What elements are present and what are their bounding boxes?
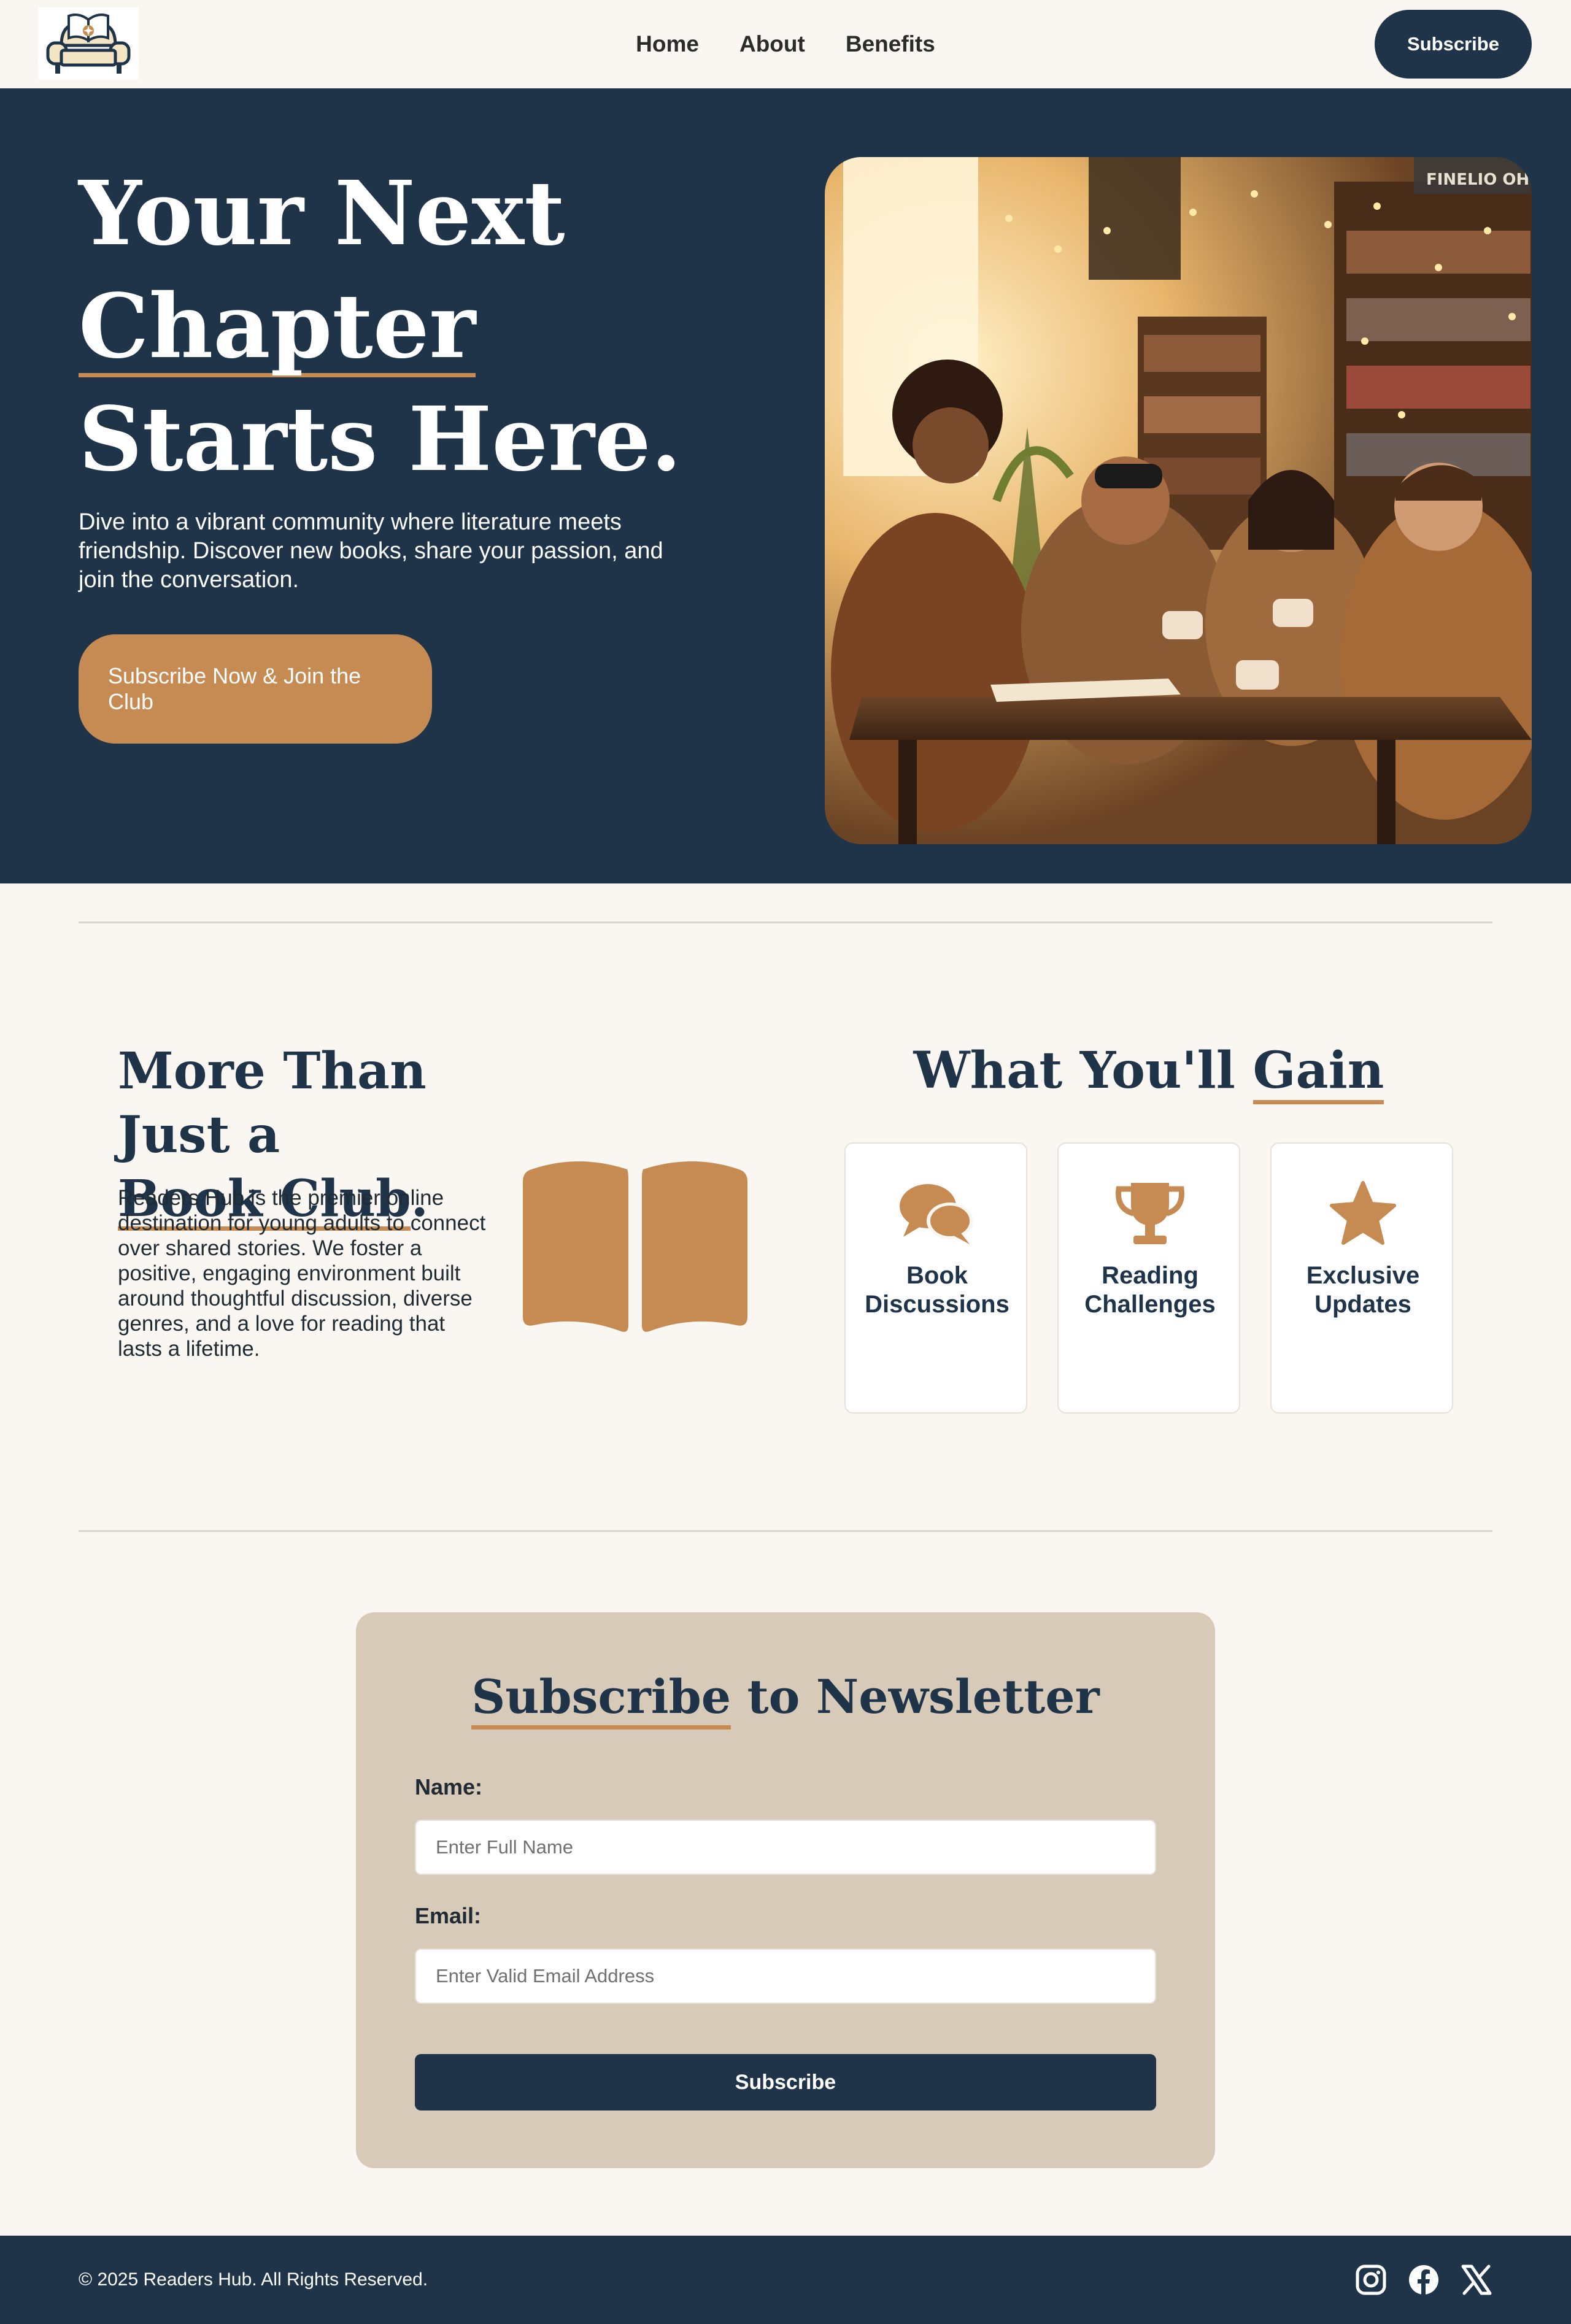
benefit-card-discussions: Book Discussions (844, 1142, 1027, 1414)
newsletter-form: Subscribe to Newsletter Name: Email: Sub… (356, 1612, 1215, 2168)
cafe-sign-text: FINELIO OH (1426, 171, 1529, 189)
section-divider-2 (79, 1530, 1492, 1532)
section-divider-1 (79, 922, 1492, 923)
nav-link-home[interactable]: Home (636, 31, 699, 57)
book-club-photo: FINELIO OH (825, 157, 1532, 844)
hero-title-line-3: Starts Here. (79, 387, 682, 491)
trophy-icon (1110, 1180, 1190, 1248)
benefits-title-highlight: Gain (1253, 1041, 1384, 1104)
hero-title-line-2: Chapter (79, 274, 476, 378)
benefit-label-challenges: Reading Challenges (1084, 1262, 1216, 1318)
benefit-label-discussions: Book Discussions (865, 1262, 1009, 1318)
email-input[interactable] (415, 1949, 1156, 2004)
name-label: Name: (415, 1774, 483, 1799)
newsletter-title-highlight: Subscribe (471, 1669, 731, 1730)
hero-section: Your Next Chapter Starts Here. Dive into… (0, 88, 1571, 883)
facebook-icon[interactable] (1408, 2264, 1440, 2296)
open-book-icon (523, 1158, 747, 1333)
name-input[interactable] (415, 1820, 1156, 1875)
benefits-title: What You'll Gain (844, 1037, 1453, 1104)
benefit-card-updates: Exclusive Updates (1270, 1142, 1453, 1414)
benefit-label-updates: Exclusive Updates (1306, 1262, 1420, 1318)
footer: © 2025 Readers Hub. All Rights Reserved. (0, 2236, 1571, 2324)
email-label: Email: (415, 1903, 482, 1928)
newsletter-title: Subscribe to Newsletter (356, 1665, 1215, 1730)
hero-subscribe-button[interactable]: Subscribe Now & Join the Club (79, 634, 432, 744)
navbar: Home About Benefits Subscribe (0, 0, 1571, 88)
hero-title-line-1: Your Next (79, 161, 565, 265)
about-text: Readers Hub is the premier online destin… (118, 1186, 486, 1361)
hero-subtitle: Dive into a vibrant community where lite… (79, 509, 663, 593)
benefit-card-challenges: Reading Challenges (1057, 1142, 1240, 1414)
hero-title: Your Next Chapter Starts Here. (79, 157, 754, 496)
nav-subscribe-button[interactable]: Subscribe (1375, 10, 1532, 79)
copyright-text: © 2025 Readers Hub. All Rights Reserved. (79, 2269, 428, 2290)
x-icon[interactable] (1461, 2264, 1492, 2296)
armchair-book-logo[interactable] (38, 7, 139, 80)
nav-link-about[interactable]: About (739, 31, 805, 57)
newsletter-subscribe-button[interactable]: Subscribe (415, 2054, 1156, 2110)
benefit-cards: Book Discussions Reading Challenges Excl… (844, 1142, 1453, 1414)
chat-bubbles-icon (897, 1180, 977, 1248)
star-icon (1323, 1180, 1403, 1248)
instagram-icon[interactable] (1355, 2264, 1387, 2296)
nav-link-benefits[interactable]: Benefits (846, 31, 935, 57)
main-nav: Home About Benefits (0, 0, 1571, 88)
